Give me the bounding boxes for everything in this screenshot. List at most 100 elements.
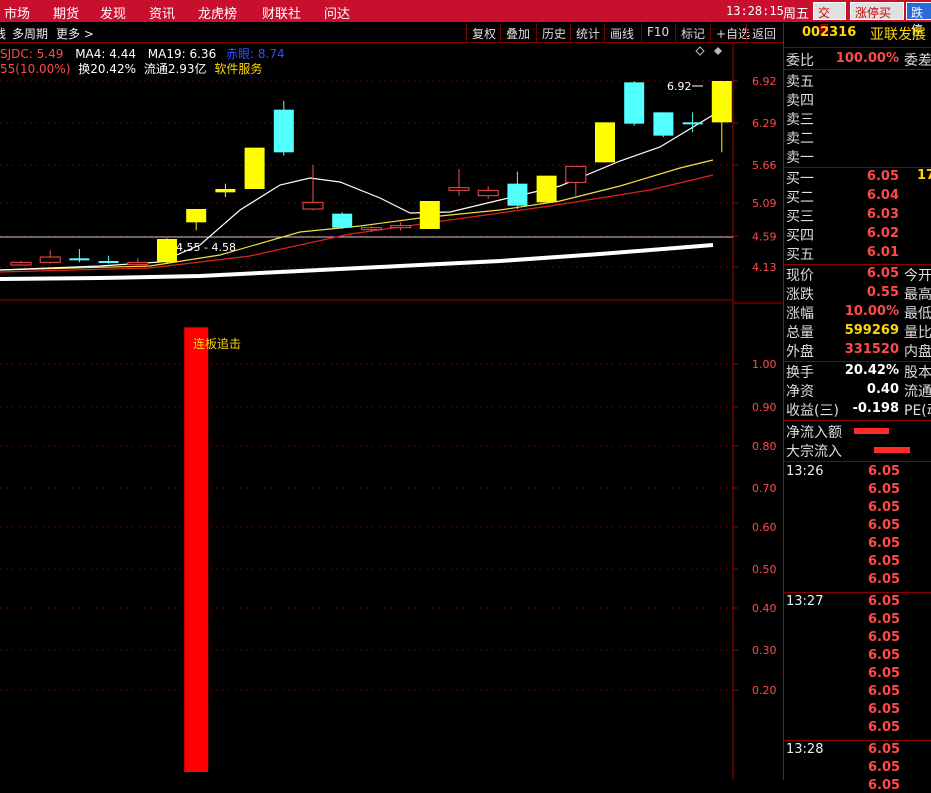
quote-panel: 002316 亚联发展 委比 100.00% 委差 卖五 卖四 卖三 卖二 卖一 买一 6.05 17 买…	[783, 23, 931, 793]
kline-chart[interactable]: 6.92 6.29 5.66 5.09 4.59 4.13 1.00 0.90 0.80 0.70…	[0, 0, 783, 780]
price-axis-label: 6.92	[752, 75, 777, 88]
volume-axis-label: 0.30	[752, 644, 777, 657]
stat-row: 涨幅 10.00% 最低	[784, 303, 931, 322]
candle-body	[624, 82, 645, 124]
menu-item-1[interactable]: 期货	[53, 3, 79, 22]
stat2-label: 收益(三)	[786, 403, 839, 419]
trade-button[interactable]: 交易	[813, 2, 846, 37]
buy-row: 买二 6.04	[784, 187, 931, 206]
stat2-row: 换手 20.42% 股本	[784, 362, 931, 381]
buy-label: 买二	[786, 190, 814, 206]
menu-item-2[interactable]: 发现	[100, 3, 126, 22]
tick-price: 6.05	[868, 518, 901, 533]
tick-price: 6.05	[868, 666, 901, 681]
menu-item-5[interactable]: 财联社	[262, 3, 301, 22]
candle-body	[390, 225, 412, 229]
flow-row: 大宗流入	[784, 441, 931, 460]
weicha-label: 委差	[904, 53, 931, 69]
stat-ext-label: 最高	[904, 287, 931, 303]
candle-body	[98, 261, 119, 263]
stat2-ext-label: PE(动	[904, 403, 931, 419]
menu-item-0[interactable]: 市场	[4, 3, 30, 22]
weekday: 周五	[783, 7, 810, 22]
limit-down-button[interactable]: 跌停	[906, 2, 931, 37]
tick-price: 6.05	[868, 482, 901, 497]
candle-body	[360, 227, 382, 231]
tick-time: 13:26	[786, 464, 824, 479]
tick-price: 6.05	[868, 500, 901, 515]
stat-label: 外盘	[786, 344, 814, 360]
stat2-row: 净资 0.40 流通	[784, 381, 931, 400]
volume-axis-label: 0.90	[752, 401, 777, 414]
weibi-label: 委比	[786, 53, 814, 69]
volume-axis-label: 1.00	[752, 358, 777, 371]
stat-label: 涨幅	[786, 306, 814, 322]
stat-ext-label: 量比	[904, 325, 931, 341]
stat-row: 现价 6.05 今开	[784, 265, 931, 284]
tick-time: 13:27	[786, 594, 824, 609]
stat2-ext-label: 股本	[904, 365, 931, 381]
stat-label: 涨跌	[786, 287, 814, 303]
stat-row: 总量 599269 量比	[784, 322, 931, 341]
candle-body	[653, 112, 674, 136]
menu-item-4[interactable]: 龙虎榜	[198, 3, 237, 22]
bluebar-value: 赤眼: 8.74	[226, 47, 285, 61]
candle-body	[507, 183, 528, 206]
stat-value: 331520	[844, 342, 899, 357]
stat2-label: 净资	[786, 384, 814, 400]
flow-label: 净流入额	[786, 425, 842, 441]
tick-price: 6.05	[868, 702, 901, 717]
candle-body	[332, 213, 353, 228]
buy-row: 买一 6.05 17	[784, 168, 931, 187]
stat-label: 现价	[786, 268, 814, 284]
sell-row: 卖四	[784, 90, 931, 109]
tick-price: 6.05	[868, 720, 901, 735]
buy-label: 买四	[786, 228, 814, 244]
sell-label: 卖四	[786, 93, 814, 109]
menu-item-6[interactable]: 问达	[324, 3, 350, 22]
sell-row: 卖一	[784, 147, 931, 166]
limit-up-buy-button[interactable]: 涨停买	[850, 2, 904, 20]
sell-label: 卖二	[786, 131, 814, 147]
price-axis-label: 6.29	[752, 117, 777, 130]
tick-price: 6.05	[868, 572, 901, 587]
candle-body	[448, 187, 470, 191]
tick-price: 6.05	[868, 648, 901, 663]
tick-price: 6.05	[868, 630, 901, 645]
candle-body	[477, 189, 499, 197]
stat-row: 外盘 331520 内盘	[784, 341, 931, 360]
buy-label: 买五	[786, 247, 814, 263]
tick-price: 6.05	[868, 684, 901, 699]
buy-label: 买三	[786, 209, 814, 225]
ma4-value: MA4: 4.44	[75, 47, 136, 61]
stat-ext-label: 最低	[904, 306, 931, 322]
price-axis-label: 5.09	[752, 197, 777, 210]
price-axis-label: 5.66	[752, 159, 777, 172]
sell-row: 卖三	[784, 109, 931, 128]
candle-body	[536, 175, 557, 203]
volume-bar	[184, 327, 209, 772]
weibi-value: 100.00%	[835, 51, 899, 66]
tick-price: 6.05	[868, 760, 901, 775]
buy-row: 买三 6.03	[784, 206, 931, 225]
volume-axis-label: 0.40	[752, 602, 777, 615]
sell-label: 卖一	[786, 150, 814, 166]
stock-header: 002316 亚联发展	[784, 25, 931, 43]
candle-body	[69, 258, 90, 261]
buy-label: 买一	[786, 171, 814, 187]
stat2-value: 0.40	[866, 382, 899, 397]
volume-axis-label: 0.20	[752, 684, 777, 697]
menu-item-3[interactable]: 资讯	[149, 3, 175, 22]
sell-label: 卖五	[786, 74, 814, 90]
volume-axis-label: 0.50	[752, 563, 777, 576]
stat2-row: 收益(三) -0.198 PE(动	[784, 400, 931, 419]
buy-row: 买五 6.01	[784, 244, 931, 263]
price-pct: 55(10.00%)	[0, 62, 71, 76]
candle-body	[10, 261, 32, 266]
buy-price: 6.01	[866, 245, 899, 260]
sell-label: 卖三	[786, 112, 814, 128]
buy-volume: 17	[917, 168, 931, 183]
candle-body	[682, 122, 703, 125]
stat-label: 总量	[786, 325, 814, 341]
candle-body	[595, 122, 615, 163]
